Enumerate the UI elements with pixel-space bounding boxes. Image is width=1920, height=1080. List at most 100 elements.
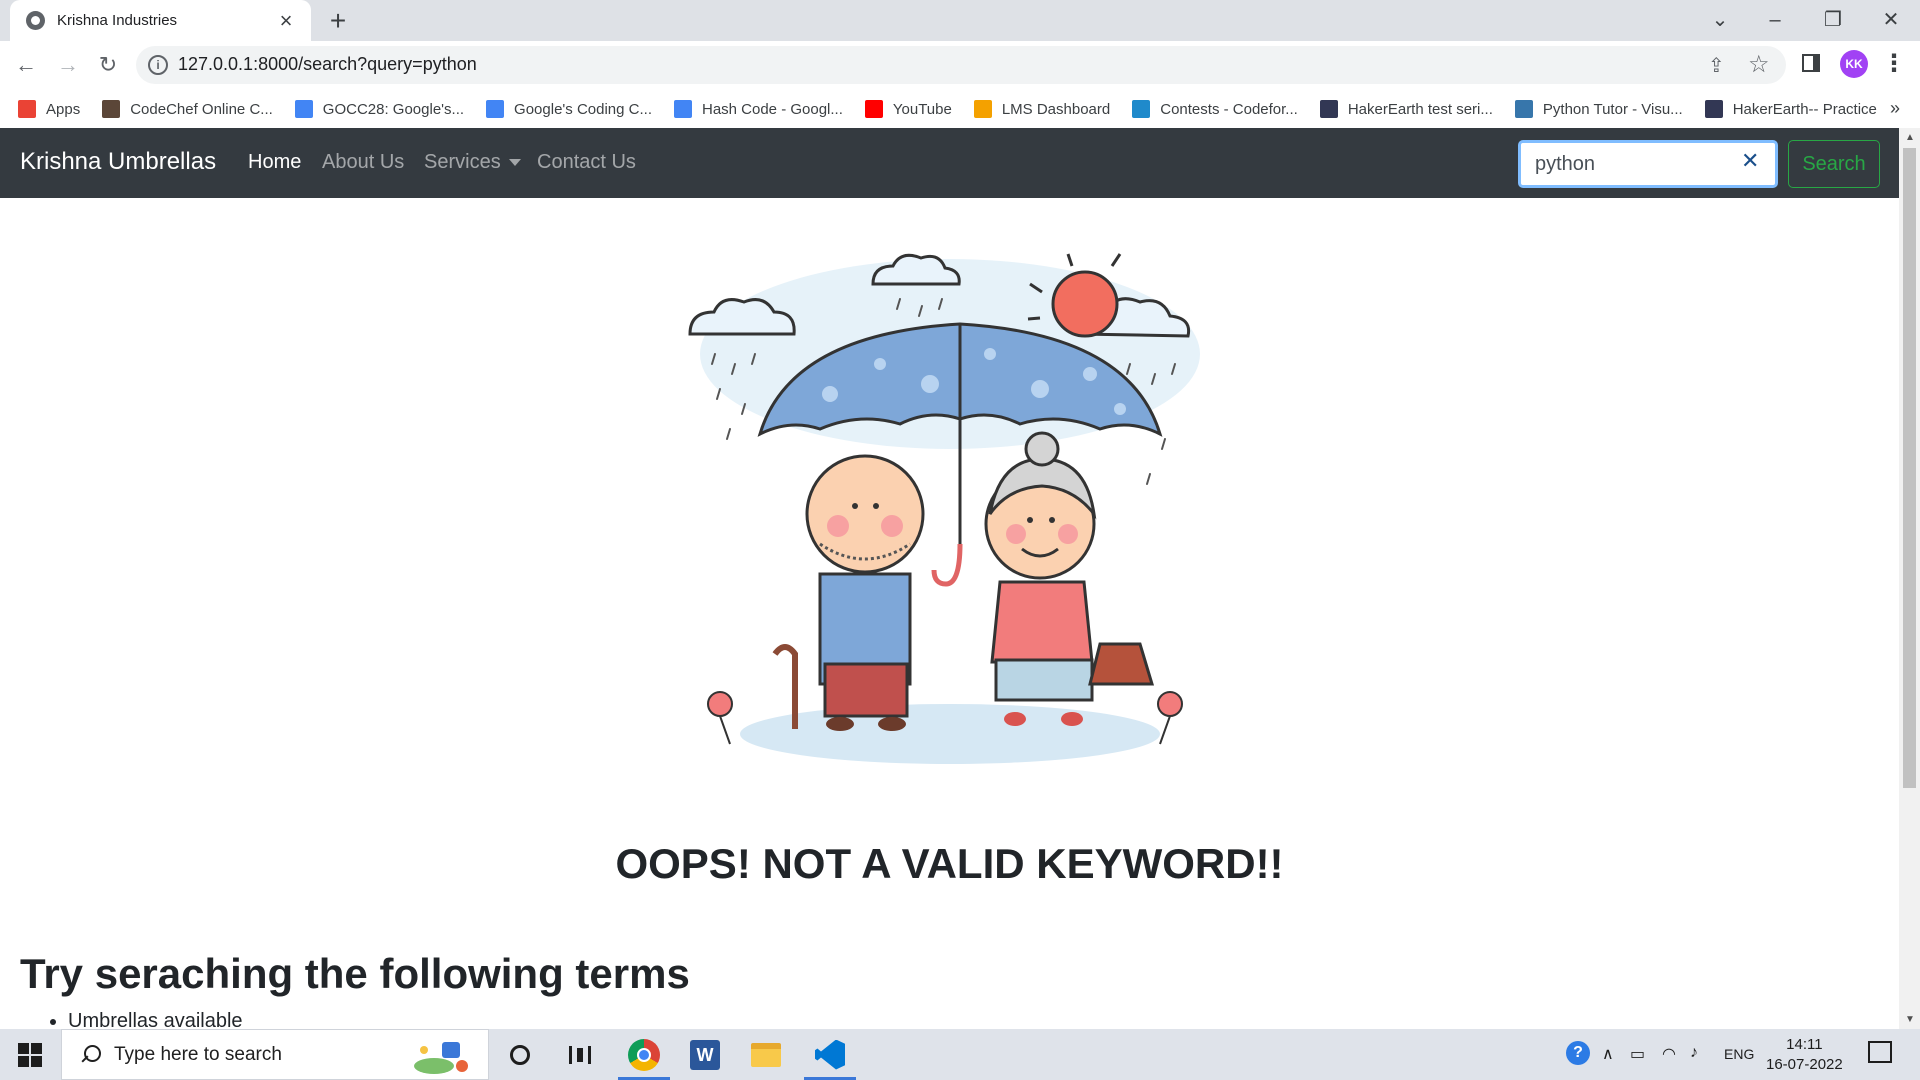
hackerearth-icon bbox=[1319, 100, 1338, 118]
bookmark-item[interactable]: Contests - Codefor... bbox=[1132, 100, 1298, 118]
notification-icon[interactable] bbox=[1868, 1041, 1892, 1063]
youtube-icon bbox=[864, 100, 883, 118]
suggestions-heading: Try seraching the following terms bbox=[20, 950, 690, 997]
hackerearth-icon bbox=[1704, 100, 1723, 118]
bookmark-label: Contests - Codefor... bbox=[1160, 100, 1298, 118]
nav-services-label: Services bbox=[424, 151, 501, 173]
file-explorer-taskbar-icon[interactable] bbox=[736, 1029, 796, 1080]
page-scrollbar[interactable]: ▲ ▼ bbox=[1899, 128, 1920, 1029]
suggestions-list: Umbrellas available bbox=[68, 1010, 243, 1029]
browser-toolbar: ← → ↻ i 127.0.0.1:8000/search?query=pyth… bbox=[0, 41, 1920, 90]
windows-start-icon[interactable] bbox=[18, 1043, 42, 1067]
nav-services[interactable]: Services bbox=[424, 151, 521, 174]
page-viewport: Krishna Umbrellas Home About Us Services… bbox=[0, 128, 1899, 1029]
bookmark-label: Apps bbox=[46, 100, 81, 118]
bookmark-label: HakerEarth test seri... bbox=[1347, 100, 1493, 118]
restore-button[interactable]: ❐ bbox=[1813, 4, 1853, 36]
bookmark-label: GOCC28: Google's... bbox=[322, 100, 465, 118]
browser-tab[interactable]: Krishna Industries × bbox=[10, 0, 311, 41]
side-panel-icon[interactable] bbox=[1802, 54, 1820, 72]
new-tab-button[interactable]: + bbox=[324, 7, 352, 36]
bookmark-label: Python Tutor - Visu... bbox=[1542, 100, 1683, 118]
help-icon[interactable]: ? bbox=[1566, 1041, 1590, 1065]
info-icon[interactable]: i bbox=[148, 55, 168, 75]
bookmark-item[interactable]: LMS Dashboard bbox=[973, 100, 1111, 118]
reload-button[interactable]: ↻ bbox=[92, 49, 124, 81]
codeforces-icon bbox=[1132, 100, 1151, 118]
word-taskbar-icon[interactable]: W bbox=[675, 1029, 735, 1080]
battery-icon[interactable]: ▭ bbox=[1630, 1044, 1645, 1064]
taskbar-clock[interactable]: 14:11 16-07-2022 bbox=[1766, 1035, 1843, 1075]
vscode-taskbar-icon[interactable] bbox=[800, 1029, 860, 1080]
globe-icon bbox=[26, 11, 45, 30]
bookmark-item[interactable]: Google's Coding C... bbox=[486, 100, 652, 118]
browser-tabstrip: Krishna Industries × + ⌄ – ❐ ✕ bbox=[0, 0, 1920, 41]
share-icon[interactable]: ⇪ bbox=[1708, 53, 1725, 78]
caret-down-icon bbox=[508, 159, 521, 167]
google-icon bbox=[673, 100, 692, 118]
scroll-up-icon[interactable]: ▲ bbox=[1905, 132, 1915, 143]
search-icon bbox=[78, 1044, 101, 1066]
bookmark-star-icon[interactable]: ☆ bbox=[1748, 50, 1770, 79]
python-icon bbox=[1514, 100, 1533, 118]
bookmark-label: HakerEarth-- Practice bbox=[1732, 100, 1877, 118]
nav-contact[interactable]: Contact Us bbox=[537, 151, 636, 174]
forward-button[interactable]: → bbox=[52, 49, 84, 81]
bookmark-label: YouTube bbox=[892, 100, 952, 118]
search-highlight-icon bbox=[414, 1042, 468, 1074]
bookmark-item[interactable]: HakerEarth-- Practice bbox=[1704, 100, 1877, 118]
bookmark-item[interactable]: Apps bbox=[18, 100, 80, 118]
bookmark-label: Google's Coding C... bbox=[514, 100, 652, 118]
couple-umbrella-illustration bbox=[688, 253, 1200, 764]
window-close-button[interactable]: ✕ bbox=[1871, 4, 1911, 36]
codechef-icon bbox=[102, 100, 121, 118]
scroll-down-icon[interactable]: ▼ bbox=[1905, 1014, 1915, 1025]
list-item: Umbrellas available bbox=[68, 1010, 243, 1029]
bookmark-item[interactable]: Python Tutor - Visu... bbox=[1514, 100, 1683, 118]
cortana-icon[interactable] bbox=[490, 1029, 550, 1080]
search-input[interactable] bbox=[1518, 140, 1778, 188]
bookmark-label: Hash Code - Googl... bbox=[701, 100, 843, 118]
chevron-down-icon[interactable]: ⌄ bbox=[1700, 4, 1740, 36]
volume-icon[interactable]: ♪ bbox=[1690, 1044, 1698, 1062]
site-brand[interactable]: Krishna Umbrellas bbox=[20, 148, 216, 176]
site-navbar: Krishna Umbrellas Home About Us Services… bbox=[0, 128, 1899, 198]
tab-title: Krishna Industries bbox=[57, 12, 178, 29]
minimize-button[interactable]: – bbox=[1755, 4, 1795, 36]
wifi-icon[interactable]: ◠ bbox=[1662, 1044, 1676, 1064]
nav-home[interactable]: Home bbox=[248, 151, 301, 174]
bookmark-item[interactable]: Hash Code - Googl... bbox=[673, 100, 843, 118]
error-heading: OOPS! NOT A VALID KEYWORD!! bbox=[615, 840, 1284, 887]
profile-avatar[interactable]: KK bbox=[1840, 50, 1868, 78]
taskbar-search-box[interactable]: Type here to search bbox=[61, 1029, 489, 1080]
back-button[interactable]: ← bbox=[10, 49, 42, 81]
nav-about[interactable]: About Us bbox=[322, 151, 404, 174]
bookmark-label: LMS Dashboard bbox=[1001, 100, 1111, 118]
scrollbar-thumb[interactable] bbox=[1903, 148, 1916, 788]
clear-search-icon[interactable]: ✕ bbox=[1741, 148, 1759, 174]
taskbar-search-placeholder: Type here to search bbox=[114, 1043, 282, 1065]
language-indicator[interactable]: ENG bbox=[1724, 1046, 1754, 1062]
clock-date: 16-07-2022 bbox=[1766, 1056, 1843, 1073]
bookmarks-bar: Apps CodeChef Online C... GOCC28: Google's… bbox=[0, 90, 1920, 128]
google-icon bbox=[294, 100, 313, 118]
bookmark-label: CodeChef Online C... bbox=[130, 100, 273, 118]
task-view-icon[interactable] bbox=[550, 1029, 610, 1080]
bookmark-item[interactable]: GOCC28: Google's... bbox=[294, 100, 465, 118]
more-menu-icon[interactable]: ⋮ bbox=[1882, 49, 1906, 78]
chevron-up-icon[interactable]: ∧ bbox=[1602, 1044, 1614, 1064]
bookmark-item[interactable]: HakerEarth test seri... bbox=[1319, 100, 1493, 118]
more-bookmarks-icon[interactable]: » bbox=[1890, 98, 1900, 119]
chrome-taskbar-icon[interactable] bbox=[614, 1029, 674, 1080]
windows-taskbar: Type here to search W ? ∧ ▭ ◠ ♪ ENG 14:1… bbox=[0, 1029, 1920, 1080]
apps-grid-icon bbox=[18, 100, 36, 118]
url-text[interactable]: 127.0.0.1:8000/search?query=python bbox=[178, 54, 477, 75]
google-icon bbox=[486, 100, 505, 118]
clock-time: 14:11 bbox=[1786, 1036, 1823, 1053]
search-button[interactable]: Search bbox=[1788, 140, 1880, 188]
bookmark-item[interactable]: CodeChef Online C... bbox=[102, 100, 273, 118]
address-bar[interactable]: i 127.0.0.1:8000/search?query=python ⇪ ☆ bbox=[136, 46, 1786, 84]
lms-icon bbox=[973, 100, 992, 118]
close-icon[interactable]: × bbox=[275, 9, 297, 32]
bookmark-item[interactable]: YouTube bbox=[864, 100, 952, 118]
